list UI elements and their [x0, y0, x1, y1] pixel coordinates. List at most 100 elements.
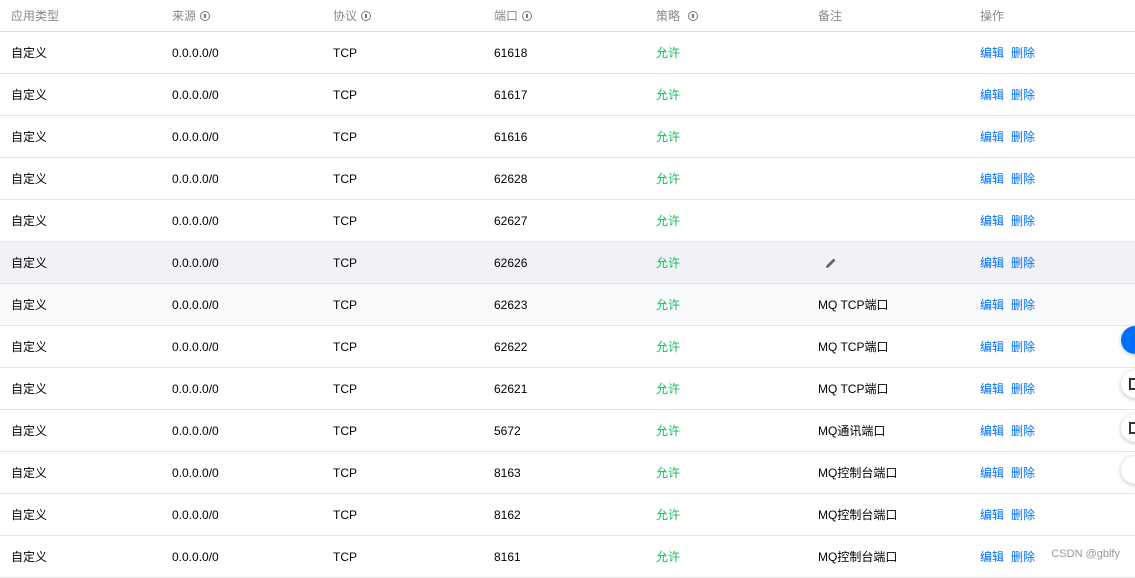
- cell-app-type: 自定义: [11, 172, 48, 186]
- delete-button[interactable]: 删除: [1011, 44, 1035, 61]
- cell-remark: [818, 242, 838, 283]
- cell-policy: 允许: [656, 46, 681, 60]
- header-action: 操作: [980, 9, 1005, 23]
- cell-app-type: 自定义: [11, 88, 48, 102]
- edit-button[interactable]: 编辑: [980, 338, 1004, 355]
- remark-text: MQ控制台端口: [818, 550, 898, 564]
- delete-button[interactable]: 删除: [1011, 128, 1035, 145]
- edit-button[interactable]: 编辑: [980, 296, 1004, 313]
- table-row: 自定义 0.0.0.0/0 TCP 61617 允许 编辑 删除: [0, 74, 1135, 116]
- edit-button[interactable]: 编辑: [980, 548, 1004, 565]
- table-row: 自定义 0.0.0.0/0 TCP 61616 允许 编辑 删除: [0, 116, 1135, 158]
- cell-port: 62621: [494, 381, 528, 396]
- cell-action: 编辑 删除: [980, 200, 1042, 241]
- cell-port: 61618: [494, 45, 528, 60]
- remark-text: MQ控制台端口: [818, 508, 898, 522]
- remark-text: MQ TCP端口: [818, 340, 889, 354]
- delete-button[interactable]: 删除: [1011, 464, 1035, 481]
- cell-source: 0.0.0.0/0: [172, 213, 219, 228]
- cell-policy: 允许: [656, 508, 681, 522]
- cell-source: 0.0.0.0/0: [172, 339, 219, 354]
- cell-source: 0.0.0.0/0: [172, 297, 219, 312]
- edit-button[interactable]: 编辑: [980, 128, 1004, 145]
- cell-source: 0.0.0.0/0: [172, 255, 219, 270]
- security-rules-table: 应用类型 来源 协议 端口 策略 备注 操作 自定义 0.0.0.0/0 TCP 61…: [0, 0, 1135, 578]
- info-icon[interactable]: [200, 10, 211, 21]
- edit-button[interactable]: 编辑: [980, 464, 1004, 481]
- delete-button[interactable]: 删除: [1011, 170, 1035, 187]
- table-row: 自定义 0.0.0.0/0 TCP 61618 允许 编辑 删除: [0, 32, 1135, 74]
- remark-text: MQ通讯端口: [818, 424, 886, 438]
- cell-port: 62623: [494, 297, 528, 312]
- document-icon: [1129, 378, 1135, 390]
- cell-protocol: TCP: [333, 549, 357, 564]
- cell-app-type: 自定义: [11, 256, 48, 270]
- cell-action: 编辑 删除: [980, 368, 1042, 409]
- copy-icon: [1129, 422, 1135, 434]
- pencil-icon[interactable]: [824, 256, 838, 270]
- cell-action: 编辑 删除: [980, 326, 1042, 367]
- cell-policy: 允许: [656, 214, 681, 228]
- cell-protocol: TCP: [333, 507, 357, 522]
- cell-app-type: 自定义: [11, 382, 48, 396]
- info-icon[interactable]: [522, 10, 533, 21]
- cell-source: 0.0.0.0/0: [172, 423, 219, 438]
- delete-button[interactable]: 删除: [1011, 254, 1035, 271]
- edit-button[interactable]: 编辑: [980, 380, 1004, 397]
- edit-button[interactable]: 编辑: [980, 506, 1004, 523]
- edit-button[interactable]: 编辑: [980, 212, 1004, 229]
- info-icon[interactable]: [361, 10, 372, 21]
- cell-app-type: 自定义: [11, 508, 48, 522]
- edit-button[interactable]: 编辑: [980, 422, 1004, 439]
- edit-button[interactable]: 编辑: [980, 254, 1004, 271]
- delete-button[interactable]: 删除: [1011, 296, 1035, 313]
- header-policy: 策略: [656, 0, 699, 31]
- cell-source: 0.0.0.0/0: [172, 129, 219, 144]
- cell-policy: 允许: [656, 466, 681, 480]
- remark-text: MQ TCP端口: [818, 298, 889, 312]
- delete-button[interactable]: 删除: [1011, 212, 1035, 229]
- cell-port: 8163: [494, 465, 521, 480]
- cell-remark: MQ控制台端口: [818, 494, 897, 535]
- cell-remark: MQ控制台端口: [818, 536, 897, 577]
- delete-button[interactable]: 删除: [1011, 422, 1035, 439]
- cell-action: 编辑 删除: [980, 536, 1042, 577]
- watermark: CSDN @gblfy: [1051, 548, 1120, 560]
- cell-protocol: TCP: [333, 213, 357, 228]
- cell-port: 62622: [494, 339, 528, 354]
- remark-text: MQ TCP端口: [818, 382, 889, 396]
- cell-remark: MQ TCP端口: [818, 284, 888, 325]
- cell-action: 编辑 删除: [980, 74, 1042, 115]
- cell-action: 编辑 删除: [980, 32, 1042, 73]
- cell-app-type: 自定义: [11, 298, 48, 312]
- cell-remark: MQ通讯端口: [818, 410, 885, 451]
- cell-policy: 允许: [656, 88, 681, 102]
- cell-app-type: 自定义: [11, 424, 48, 438]
- header-protocol: 协议: [333, 0, 372, 31]
- cell-source: 0.0.0.0/0: [172, 87, 219, 102]
- cell-protocol: TCP: [333, 45, 357, 60]
- delete-button[interactable]: 删除: [1011, 380, 1035, 397]
- cell-action: 编辑 删除: [980, 410, 1042, 451]
- delete-button[interactable]: 删除: [1011, 338, 1035, 355]
- cell-remark: MQ控制台端口: [818, 452, 897, 493]
- cell-policy: 允许: [656, 550, 681, 564]
- edit-button[interactable]: 编辑: [980, 170, 1004, 187]
- cell-protocol: TCP: [333, 87, 357, 102]
- cell-port: 62626: [494, 255, 528, 270]
- info-icon[interactable]: [688, 10, 699, 21]
- edit-button[interactable]: 编辑: [980, 44, 1004, 61]
- edit-button[interactable]: 编辑: [980, 86, 1004, 103]
- header-remark: 备注: [818, 9, 843, 23]
- cell-policy: 允许: [656, 298, 681, 312]
- cell-action: 编辑 删除: [980, 158, 1042, 199]
- table-row: 自定义 0.0.0.0/0 TCP 62627 允许 编辑 删除: [0, 200, 1135, 242]
- cell-app-type: 自定义: [11, 130, 48, 144]
- cell-policy: 允许: [656, 424, 681, 438]
- table-header: 应用类型 来源 协议 端口 策略 备注 操作: [0, 0, 1135, 32]
- header-port: 端口: [494, 0, 533, 31]
- delete-button[interactable]: 删除: [1011, 86, 1035, 103]
- cell-protocol: TCP: [333, 381, 357, 396]
- delete-button[interactable]: 删除: [1011, 506, 1035, 523]
- delete-button[interactable]: 删除: [1011, 548, 1035, 565]
